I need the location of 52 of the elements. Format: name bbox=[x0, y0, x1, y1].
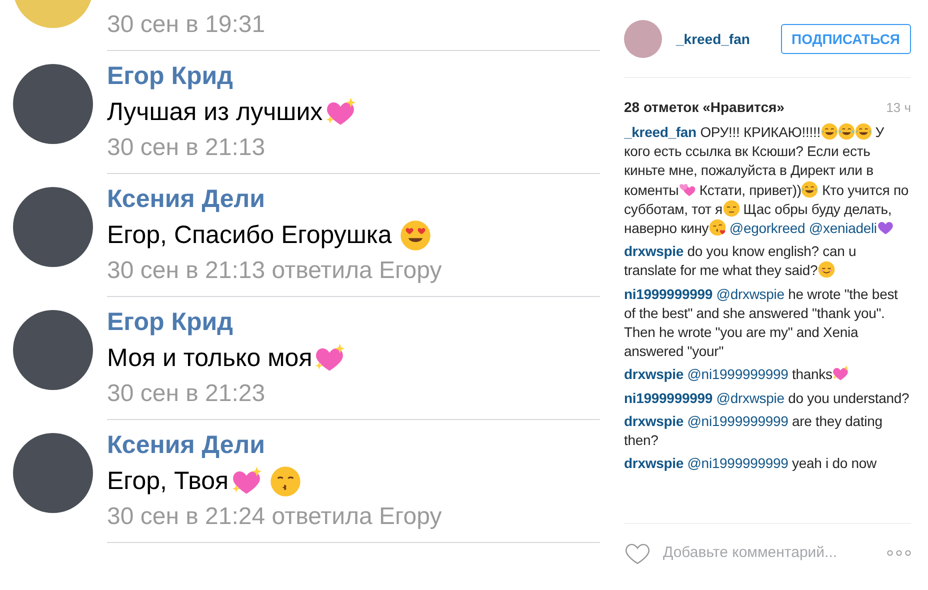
username-link[interactable]: _kreed_fan bbox=[624, 124, 696, 140]
comment-date: 30 сен в 21:13 bbox=[107, 133, 266, 163]
mention-link[interactable]: @drxwspie bbox=[716, 286, 784, 302]
comment-date: 30 сен в 21:23 bbox=[107, 379, 266, 409]
sparkling-heart-icon bbox=[324, 96, 356, 128]
laughing-face-icon bbox=[820, 123, 838, 140]
mention-link[interactable]: @egorkreed bbox=[729, 220, 806, 236]
sparkling-heart-icon bbox=[314, 342, 346, 374]
laughing-face-icon bbox=[854, 123, 872, 140]
username-link[interactable]: drxwspie bbox=[624, 243, 684, 260]
username-link[interactable]: _kreed_fan bbox=[676, 30, 750, 46]
message-text: Егор, Спасибо Егорушка bbox=[107, 220, 392, 251]
comment-text: drxwspie @ni1999999999 are they dating then? bbox=[624, 412, 884, 450]
username-link[interactable]: ni1999999999 bbox=[624, 390, 713, 406]
comment-text: drxwspie @ni1999999999 thanks bbox=[624, 365, 911, 385]
more-options-icon[interactable] bbox=[887, 550, 911, 556]
comment-date: 30 сен в 21:13 ответила Егору bbox=[107, 256, 442, 286]
message-text: Лучшая из лучших bbox=[107, 97, 323, 128]
message-text: Егор, Твоя bbox=[107, 466, 229, 497]
comment-text: drxwspie do you know english? can u translate for me what they said? bbox=[624, 242, 858, 280]
comment-text: drxwspie @ni1999999999 yeah i do now bbox=[624, 454, 878, 474]
laughing-face-icon bbox=[838, 123, 855, 140]
author-name[interactable]: Ксения Дели bbox=[107, 430, 266, 460]
username-link[interactable]: drxwspie bbox=[624, 455, 684, 472]
username-link[interactable]: ni1999999999 bbox=[624, 286, 713, 302]
username-link[interactable]: drxwspie bbox=[624, 412, 684, 429]
unamused-face-icon bbox=[722, 200, 740, 217]
kissing-face-icon bbox=[708, 219, 726, 236]
mention-link[interactable]: @ni1999999999 bbox=[687, 412, 788, 429]
author-name[interactable]: Егор Крид bbox=[107, 61, 234, 91]
username-link[interactable]: drxwspie bbox=[624, 366, 684, 382]
avatar-placeholder bbox=[624, 20, 662, 58]
comment-date: 30 сен в 21:24 ответила Егору bbox=[107, 502, 442, 532]
message-text: Моя и только моя bbox=[107, 343, 312, 374]
comment-text: ni1999999999 @drxwspie he wrote "the best of the best" and she answered "thank you". Then he wrote "you are my" and Xenia answered "your" bbox=[624, 284, 899, 362]
kissing-face-icon bbox=[270, 466, 301, 496]
smiling-face-icon bbox=[818, 261, 835, 278]
mention-link[interactable]: @ni1999999999 bbox=[687, 366, 788, 382]
mention-link[interactable]: @xeniadeli bbox=[808, 220, 877, 236]
comment-date: 30 сен в 19:31 bbox=[107, 10, 266, 40]
laughing-face-icon bbox=[801, 180, 818, 198]
likes-count: 28 отметок «Нравится» bbox=[624, 99, 784, 115]
author-name[interactable]: Ксения Дели bbox=[107, 184, 266, 214]
post-age: 13 ч bbox=[886, 100, 911, 114]
heart-eyes-face-icon bbox=[400, 220, 431, 250]
sparkling-heart-icon bbox=[230, 466, 262, 496]
mention-link[interactable]: @drxwspie bbox=[716, 390, 784, 406]
sparkling-heart-icon bbox=[832, 365, 850, 382]
comment-text: ni1999999999 @drxwspie do you understand? bbox=[624, 388, 910, 408]
mention-link[interactable]: @ni1999999999 bbox=[687, 455, 788, 472]
heart-emoji-icon bbox=[876, 219, 894, 236]
author-name[interactable]: Егор Крид bbox=[107, 307, 234, 337]
